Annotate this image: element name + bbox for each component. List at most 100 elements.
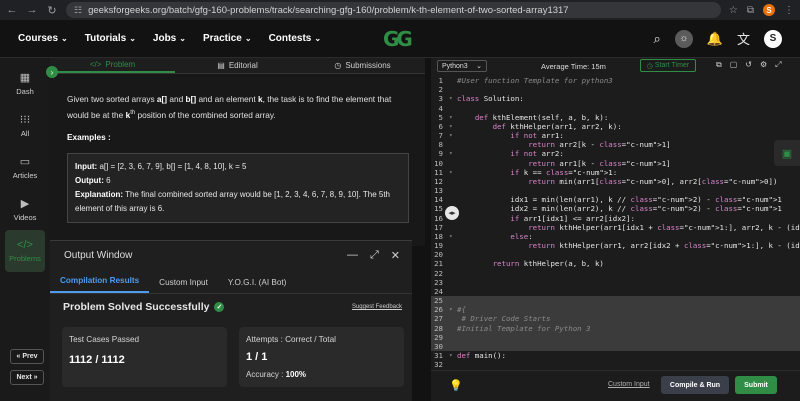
sidebar-item-dash[interactable]: ▦ Dash (5, 62, 45, 104)
code-text: else: (510, 231, 533, 241)
gutter (449, 195, 457, 204)
tab-yogi-ai-bot[interactable]: Y.O.G.I. (AI Bot) (218, 278, 297, 293)
user-avatar[interactable]: S (764, 29, 782, 48)
code-text: class Solution: (457, 94, 524, 104)
search-icon[interactable]: ⌕ (654, 31, 661, 47)
fold-chevron-icon[interactable]: ▾ (449, 305, 457, 314)
menu-contests[interactable]: Contests ⌄ (269, 33, 322, 44)
gfg-logo[interactable]: GG (383, 27, 419, 51)
code-area[interactable]: 1 #User function Template for python3 2 3 ▾ c… (431, 76, 800, 370)
code-text: idx1 = min(len(arr1), k // class="c-num"… (457, 195, 782, 205)
gutter (449, 360, 457, 369)
line-number: 21 (434, 259, 443, 269)
fold-chevron-icon[interactable]: ▾ (449, 351, 457, 360)
gutter (449, 324, 457, 333)
code-line: 32 (431, 360, 800, 369)
lightbulb-icon[interactable]: 💡 (449, 379, 463, 392)
back-icon[interactable]: ← (6, 4, 18, 16)
copy-icon[interactable]: ⧉ (716, 60, 722, 70)
fold-chevron-icon[interactable]: ▾ (449, 94, 457, 103)
tab-problem[interactable]: </> Problem (50, 58, 175, 73)
fold-chevron-icon[interactable]: ▾ (449, 149, 457, 158)
expand-icon[interactable]: ⤢ (775, 60, 781, 70)
expand-icon[interactable]: ⤢ (370, 249, 379, 262)
line-number: 12 (434, 176, 443, 186)
menu-tutorials[interactable]: Tutorials ⌄ (85, 33, 136, 44)
line-number: 27 (434, 314, 443, 324)
code-line: 11 ▾ if k == class="c-num">1: (431, 168, 800, 177)
browser-toolbar: ← → ↻ ☷ geeksforgeeks.org/batch/gfg-160-… (0, 0, 800, 20)
code-text: if not arr1: (510, 131, 564, 141)
site-info-icon[interactable]: ☷ (74, 5, 82, 16)
fold-chevron-icon[interactable]: ▾ (449, 131, 457, 140)
sidebar-item-all[interactable]: ⁝⁝⁝ All (5, 104, 45, 146)
code-line: 2 (431, 85, 800, 94)
reload-icon[interactable]: ↻ (46, 4, 58, 17)
fullscreen-icon[interactable]: ▢ (730, 60, 738, 70)
extensions-icon[interactable]: ⧉ (747, 5, 754, 16)
code-text: return kthHelper(a, b, k) (492, 259, 604, 269)
profile-avatar[interactable]: S (763, 4, 775, 16)
chat-icon[interactable]: ▣ (774, 140, 800, 166)
reset-icon[interactable]: ↺ (745, 60, 752, 70)
notification-bell-icon[interactable]: 🔔 (707, 31, 723, 47)
line-number: 10 (434, 158, 443, 168)
code-line: 21 return kthHelper(a, b, k) (431, 259, 800, 268)
fold-chevron-icon[interactable]: ▾ (449, 122, 457, 131)
code-line: 8 return arr2[k - class="c-num">1] (431, 140, 800, 149)
code-line: 18 ▾ else: (431, 232, 800, 241)
menu-courses[interactable]: Courses ⌄ (18, 33, 68, 44)
tab-custom-input[interactable]: Custom Input (149, 278, 218, 293)
suggest-feedback-link[interactable]: Suggest Feedback (352, 304, 402, 310)
prev-button[interactable]: « Prev (10, 349, 44, 364)
fold-chevron-icon[interactable]: ▾ (449, 113, 457, 122)
menu-jobs[interactable]: Jobs ⌄ (153, 33, 186, 44)
line-number: 31 (434, 351, 443, 361)
code-line: 19 return kthHelper(arr1, arr2[idx2 + cl… (431, 241, 800, 250)
sidebar-item-problems[interactable]: </> Problems (5, 230, 45, 272)
code-line: 31 ▾ def main(): (431, 351, 800, 360)
language-select[interactable]: Python3 ⌄ (437, 60, 487, 72)
problem-tabs: </> Problem ▤ Editorial ◷ Submissions (50, 58, 425, 74)
gutter (449, 76, 457, 85)
code-icon: </> (89, 60, 102, 69)
sidebar-item-videos[interactable]: ▶ Videos (5, 188, 45, 230)
submit-button[interactable]: Submit (735, 376, 777, 394)
collapse-sidebar-icon[interactable]: › (46, 66, 58, 78)
forward-icon[interactable]: → (26, 4, 38, 16)
minimize-icon[interactable]: — (347, 249, 358, 262)
code-line: 29 (431, 332, 800, 342)
more-menu-icon[interactable]: ⋮ (784, 5, 794, 16)
panel-resize-handle[interactable]: ◂▸ (445, 206, 459, 220)
next-button[interactable]: Next » (10, 370, 44, 385)
menu-practice[interactable]: Practice ⌄ (203, 33, 252, 44)
tab-compilation-results[interactable]: Compilation Results (50, 276, 150, 293)
settings-icon[interactable]: ⚙ (760, 60, 767, 70)
start-timer-button[interactable]: ◷ Start Timer (640, 59, 696, 72)
bookmark-star-icon[interactable]: ☆ (729, 5, 738, 16)
gutter (449, 259, 457, 268)
fold-chevron-icon[interactable]: ▾ (449, 232, 457, 241)
code-text: return arr2[k - class="c-num">1] (528, 140, 671, 150)
code-text: def kthHelper(arr1, arr2, k): (492, 121, 622, 131)
gutter (449, 333, 457, 342)
line-number: 29 (434, 332, 443, 342)
fold-chevron-icon[interactable]: ▾ (449, 168, 457, 177)
tab-editorial[interactable]: ▤ Editorial (175, 58, 300, 73)
theme-toggle-icon[interactable]: ☼ (674, 29, 693, 48)
clock-icon: ◷ (334, 61, 342, 70)
code-text: def main(): (457, 351, 506, 361)
code-line: 16▾ if arr1[idx1] <= arr2[idx2]: (431, 214, 800, 223)
translate-icon[interactable]: 文 (737, 29, 750, 48)
custom-input-link[interactable]: Custom Input (608, 381, 650, 388)
sidebar-item-articles[interactable]: ▭ Articles (5, 146, 45, 188)
gutter (449, 140, 457, 149)
tab-submissions[interactable]: ◷ Submissions (300, 58, 425, 73)
gutter (449, 287, 457, 296)
line-number: 11 (434, 167, 443, 177)
address-bar[interactable]: ☷ geeksforgeeks.org/batch/gfg-160-proble… (66, 2, 721, 18)
gutter (449, 85, 457, 94)
compile-run-button[interactable]: Compile & Run (661, 376, 729, 394)
line-number: 23 (434, 277, 443, 287)
close-icon[interactable]: ✕ (391, 249, 400, 262)
